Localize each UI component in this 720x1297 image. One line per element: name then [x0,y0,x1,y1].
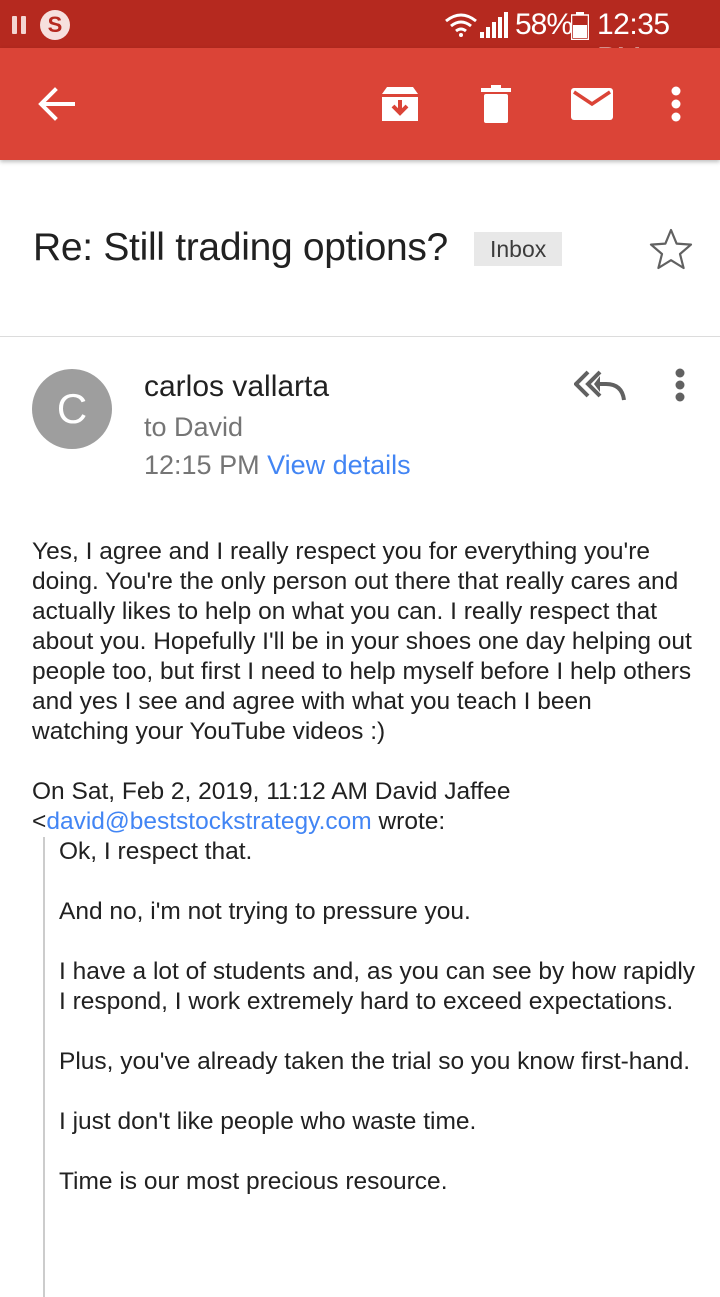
divider [0,336,720,337]
view-details-link[interactable]: View details [267,450,411,480]
delete-icon [481,85,511,123]
more-options-button[interactable] [652,48,700,160]
app-bar [0,48,720,160]
wifi-icon [445,13,477,37]
quote-paragraph: Ok, I respect that. [59,838,253,865]
quote-paragraph: Plus, you've already taken the trial so … [59,1048,691,1075]
mark-unread-icon [571,88,613,120]
mark-unread-button[interactable] [560,48,624,160]
quote-wrote: wrote: [371,808,446,835]
quote-paragraph: Time is our most precious resource. [59,1168,448,1195]
quote-paragraph: And no, i'm not trying to pressure you. [59,898,471,925]
status-bar: S 58% 12:35 PM [0,0,720,75]
email-subject: Re: Still trading options? [33,226,448,269]
message-time: 12:15 PM [144,450,260,480]
battery-percent: 58% [515,8,573,41]
more-vert-icon [671,86,681,122]
pause-icon [12,16,28,34]
message-body: Yes, I agree and I really respect you fo… [32,538,692,745]
quote-header-text: On Sat, Feb 2, 2019, 11:12 AM David Jaff… [32,778,511,805]
quote-lt: < [32,808,47,835]
message-meta: 12:15 PM View details [144,450,411,481]
recipient-line: to David [144,412,244,442]
back-button[interactable] [24,48,88,160]
quote-header: On Sat, Feb 2, 2019, 11:12 AM David Jaff… [32,777,692,837]
signal-icon [480,12,508,38]
quote-paragraph: I just don't like people who waste time. [59,1108,477,1135]
reply-all-icon[interactable] [574,366,628,404]
star-icon[interactable] [648,227,694,271]
quoted-text: Ok, I respect that. And no, i'm not tryi… [43,837,699,1297]
skype-icon: S [40,10,70,40]
quoted-email-link[interactable]: david@beststockstrategy.com [46,808,371,835]
quote-paragraph: I have a lot of students and, as you can… [59,958,696,1015]
message-more-icon[interactable] [668,366,692,406]
inbox-label-chip[interactable]: Inbox [474,232,563,266]
sender-name: carlos vallarta [144,370,330,403]
battery-icon [571,12,589,40]
delete-button[interactable] [464,48,528,160]
avatar[interactable]: C [32,369,112,449]
back-arrow-icon [38,87,75,121]
archive-button[interactable] [368,48,432,160]
archive-icon [382,87,418,121]
